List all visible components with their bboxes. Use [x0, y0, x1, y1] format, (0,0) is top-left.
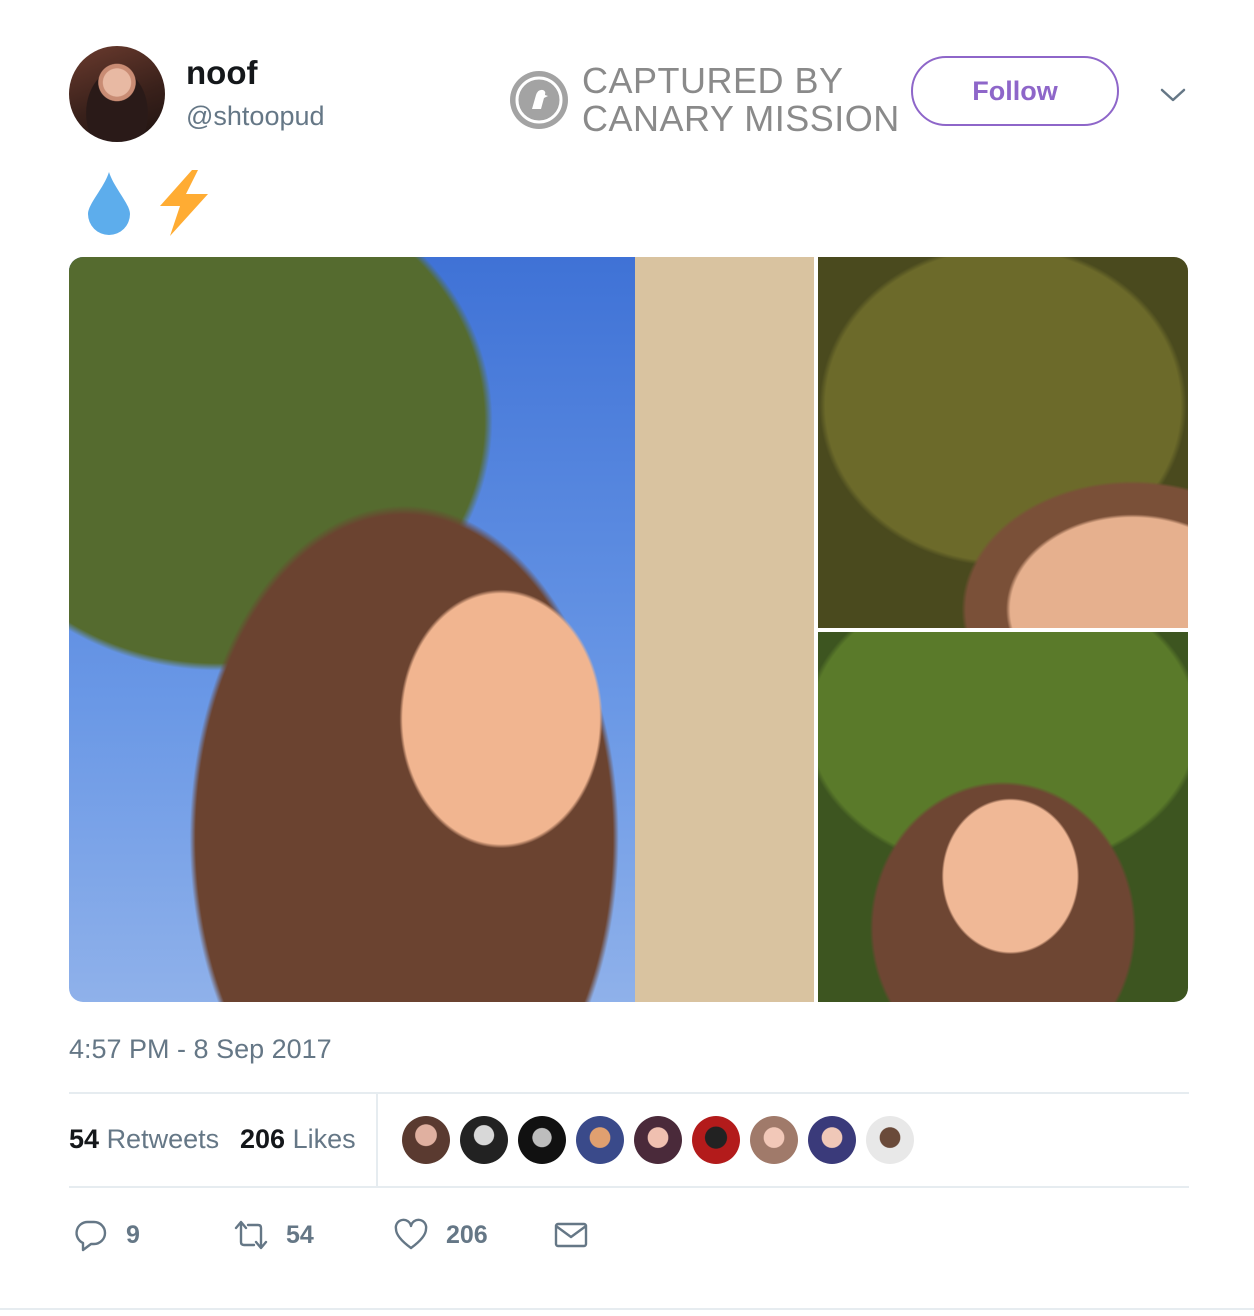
reply-icon	[75, 1220, 107, 1252]
chevron-down-icon[interactable]	[1158, 80, 1188, 110]
high-voltage-emoji-icon	[152, 168, 214, 238]
follow-button[interactable]: Follow	[911, 56, 1119, 126]
retweet-button[interactable]: 54	[234, 1218, 314, 1252]
divider	[69, 1186, 1189, 1188]
liker-avatar[interactable]	[576, 1116, 624, 1164]
reply-count: 9	[126, 1220, 140, 1249]
liker-avatar[interactable]	[750, 1116, 798, 1164]
watermark-line2: CANARY MISSION	[582, 98, 900, 139]
direct-message-button[interactable]	[554, 1218, 588, 1252]
like-button[interactable]: 206	[394, 1218, 488, 1252]
droplet-emoji-icon	[86, 170, 132, 236]
likes-stat[interactable]: 206 Likes	[240, 1124, 356, 1155]
tweet-photo-1[interactable]	[69, 257, 814, 1002]
like-count: 206	[446, 1220, 488, 1249]
author-handle[interactable]: @shtoopud	[186, 101, 325, 132]
retweet-count: 54	[286, 1220, 314, 1249]
likes-count: 206	[240, 1124, 286, 1154]
divider	[69, 1092, 1189, 1094]
retweets-stat[interactable]: 54 Retweets	[69, 1124, 219, 1155]
author-display-name[interactable]: noof	[186, 54, 257, 92]
heart-icon	[394, 1218, 428, 1250]
liker-avatar[interactable]	[518, 1116, 566, 1164]
author-avatar[interactable]	[69, 46, 165, 142]
retweet-icon	[234, 1220, 268, 1250]
likes-label: Likes	[292, 1124, 356, 1154]
photo-grid	[69, 257, 1188, 1002]
stats-divider	[376, 1094, 378, 1186]
reply-button[interactable]: 9	[74, 1218, 140, 1252]
tweet-photo-3[interactable]	[818, 632, 1188, 1002]
canary-bird-icon	[510, 71, 568, 129]
retweets-count: 54	[69, 1124, 100, 1154]
retweets-label: Retweets	[106, 1124, 220, 1154]
tweet-timestamp[interactable]: 4:57 PM - 8 Sep 2017	[69, 1034, 332, 1065]
tweet-photo-2[interactable]	[818, 257, 1188, 628]
watermark-line1: CAPTURED BY	[582, 60, 844, 101]
liker-avatar[interactable]	[402, 1116, 450, 1164]
liker-avatar[interactable]	[866, 1116, 914, 1164]
liker-avatar[interactable]	[634, 1116, 682, 1164]
liker-avatar[interactable]	[692, 1116, 740, 1164]
liker-avatar[interactable]	[460, 1116, 508, 1164]
envelope-icon	[554, 1222, 588, 1248]
watermark-text: CAPTURED BY CANARY MISSION	[582, 62, 900, 138]
bottom-border	[0, 1308, 1254, 1310]
liker-avatar[interactable]	[808, 1116, 856, 1164]
